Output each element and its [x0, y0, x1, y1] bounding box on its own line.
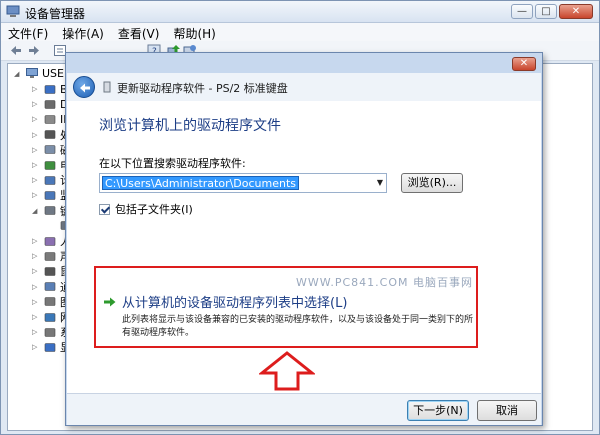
- expand-icon[interactable]: ▷: [32, 328, 40, 336]
- search-path-combobox[interactable]: C:\Users\Administrator\Documents ▼: [99, 173, 387, 193]
- sound-icon: [44, 251, 56, 262]
- ide-controller-icon: [44, 114, 56, 125]
- include-subfolders-label: 包括子文件夹(I): [115, 203, 193, 216]
- device-manager-icon: [6, 5, 20, 18]
- include-subfolders-option[interactable]: 包括子文件夹(I): [99, 201, 193, 217]
- usb-controller-icon: [44, 281, 56, 292]
- dialog-close-button[interactable]: ✕: [512, 57, 536, 71]
- expand-icon[interactable]: ▷: [32, 176, 40, 184]
- expand-icon[interactable]: ▷: [32, 298, 40, 306]
- dialog-footer: 下一步(N) 取消: [67, 393, 541, 425]
- battery-icon: [44, 160, 56, 171]
- pick-from-list-link[interactable]: 从计算机的设备驱动程序列表中选择(L): [122, 292, 347, 311]
- search-path-value[interactable]: C:\Users\Administrator\Documents: [102, 176, 300, 190]
- menu-file[interactable]: 文件(F): [1, 23, 55, 41]
- menu-bar: 文件(F) 操作(A) 查看(V) 帮助(H): [1, 23, 599, 41]
- menu-action[interactable]: 操作(A): [55, 23, 111, 41]
- update-driver-dialog: ✕ 更新驱动程序软件 - PS/2 标准键盘 浏览计算机上的驱动程序文件 在以下…: [65, 52, 543, 426]
- window-title: 设备管理器: [25, 7, 86, 21]
- bluetooth-icon: [44, 84, 56, 95]
- dialog-header: 更新驱动程序软件 - PS/2 标准键盘: [67, 73, 541, 101]
- back-arrow-icon: [80, 83, 90, 93]
- expand-icon[interactable]: ▷: [32, 267, 40, 275]
- expand-icon[interactable]: ▷: [32, 100, 40, 108]
- back-button[interactable]: [73, 76, 95, 98]
- expand-icon[interactable]: ▷: [32, 252, 40, 260]
- expand-icon[interactable]: ▷: [32, 343, 40, 351]
- hid-icon: [44, 236, 56, 247]
- watermark: WWW.PC841.COM 电脑百事网: [296, 276, 473, 289]
- expand-icon[interactable]: ▷: [32, 85, 40, 93]
- green-arrow-icon: [104, 296, 116, 307]
- tree-root[interactable]: ◢ USER: [14, 67, 72, 80]
- dialog-title: 更新驱动程序软件 - PS/2 标准键盘: [117, 82, 288, 95]
- minimize-button[interactable]: —: [511, 4, 533, 19]
- system-device-icon: [44, 327, 56, 338]
- close-button[interactable]: ✕: [559, 4, 593, 19]
- cancel-button[interactable]: 取消: [477, 400, 537, 421]
- browse-button[interactable]: 浏览(R)...: [401, 173, 463, 193]
- keyboard-icon: [44, 205, 56, 216]
- mouse-icon: [44, 266, 56, 277]
- expand-icon[interactable]: ▷: [32, 283, 40, 291]
- imaging-icon: [44, 296, 56, 307]
- processor-icon: [44, 129, 56, 140]
- expand-icon[interactable]: ▷: [32, 115, 40, 123]
- expand-icon[interactable]: ▷: [32, 191, 40, 199]
- monitor-icon: [44, 190, 56, 201]
- network-adapter-icon: [44, 312, 56, 323]
- collapse-icon[interactable]: ◢: [14, 70, 22, 78]
- dvd-drive-icon: [44, 99, 56, 110]
- computer-icon: [26, 68, 38, 79]
- forward-arrow-icon[interactable]: [27, 44, 41, 57]
- expand-icon[interactable]: ▷: [32, 237, 40, 245]
- pick-from-list-description: 此列表将显示与该设备兼容的已安装的驱动程序软件，以及与该设备处于同一类别下的所有…: [122, 315, 474, 338]
- computer-icon: [44, 175, 56, 186]
- up-arrow-icon: [259, 351, 315, 391]
- search-location-label: 在以下位置搜索驱动程序软件:: [99, 157, 246, 170]
- dialog-body: 浏览计算机上的驱动程序文件 在以下位置搜索驱动程序软件: C:\Users\Ad…: [67, 101, 541, 393]
- expand-icon[interactable]: ▷: [32, 161, 40, 169]
- dropdown-arrow-icon[interactable]: ▼: [377, 178, 383, 187]
- maximize-button[interactable]: □: [535, 4, 557, 19]
- page-heading: 浏览计算机上的驱动程序文件: [99, 118, 281, 134]
- menu-view[interactable]: 查看(V): [111, 23, 167, 41]
- disk-drive-icon: [44, 144, 56, 155]
- expand-icon[interactable]: ▷: [32, 313, 40, 321]
- collapse-icon[interactable]: ◢: [32, 207, 40, 215]
- keyboard-device-icon: [103, 81, 111, 93]
- menu-help[interactable]: 帮助(H): [166, 23, 222, 41]
- include-subfolders-checkbox[interactable]: [99, 203, 110, 215]
- title-bar: 设备管理器 — □ ✕: [1, 1, 599, 23]
- next-button[interactable]: 下一步(N): [407, 400, 469, 421]
- expand-icon[interactable]: ▷: [32, 146, 40, 154]
- back-arrow-icon[interactable]: [9, 44, 23, 57]
- display-adapter-icon: [44, 342, 56, 353]
- expand-icon[interactable]: ▷: [32, 131, 40, 139]
- highlight-box: WWW.PC841.COM 电脑百事网 从计算机的设备驱动程序列表中选择(L) …: [94, 266, 478, 348]
